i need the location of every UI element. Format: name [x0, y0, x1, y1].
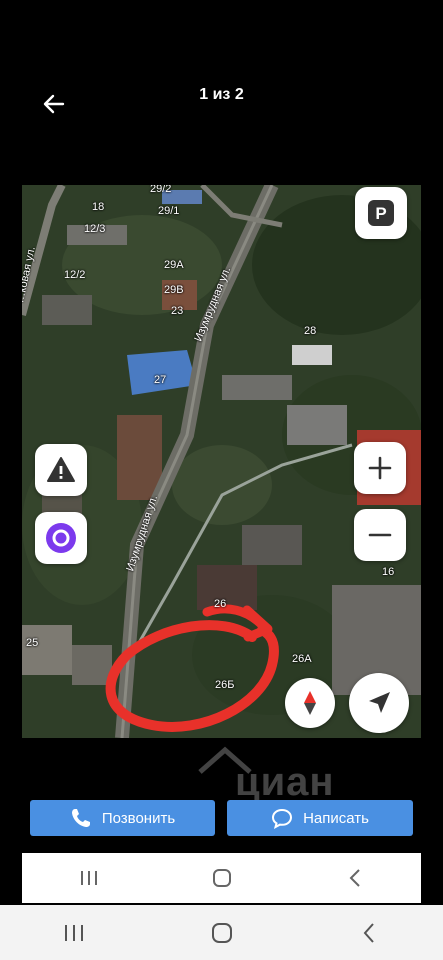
building-number: 28 [304, 325, 317, 337]
system-nav-bar [0, 905, 443, 960]
recent-apps-button[interactable] [0, 905, 148, 960]
building-number: 12/2 [64, 269, 86, 281]
screenshot-nav-bar [22, 853, 421, 903]
back-nav-button[interactable] [295, 905, 443, 960]
watermark-brand: циан [235, 760, 335, 804]
building-number: 16 [382, 566, 395, 578]
parking-icon: P [368, 200, 394, 226]
back-nav-button[interactable] [288, 853, 421, 903]
building-number: 26А [292, 653, 312, 665]
my-location-button[interactable] [349, 673, 409, 733]
svg-text:P: P [375, 204, 386, 223]
alice-assistant-button[interactable] [35, 512, 87, 564]
map-view[interactable]: 29/2 18 12/3 29/1 12/2 29А 29В 23 28 27 … [22, 185, 421, 738]
alice-assistant-icon [46, 523, 76, 553]
building-number: 29/2 [150, 185, 172, 195]
building-number: 18 [92, 201, 105, 213]
home-button[interactable] [148, 905, 296, 960]
zoom-in-icon [368, 456, 392, 480]
chat-bubble-icon [271, 807, 293, 829]
location-arrow-icon [369, 692, 390, 713]
zoom-in-button[interactable] [354, 442, 406, 494]
zoom-out-button[interactable] [354, 509, 406, 561]
message-button[interactable]: Написать [227, 800, 413, 836]
message-label: Написать [303, 809, 369, 827]
building-number: 29В [164, 284, 184, 296]
building-number: 26Б [215, 679, 235, 691]
call-button[interactable]: Позвонить [30, 800, 215, 836]
building-number: 27 [154, 374, 167, 386]
compass-icon [304, 691, 316, 715]
building-number: 26 [214, 598, 227, 610]
building-number: 12/3 [84, 223, 106, 235]
building-number: 25 [26, 637, 39, 649]
house-logo-icon [198, 746, 252, 774]
building-number: 29/1 [158, 205, 180, 217]
building-number: 23 [171, 305, 184, 317]
header: 1 из 2 [0, 0, 443, 185]
image-counter: 1 из 2 [199, 86, 244, 103]
home-icon [211, 922, 232, 943]
home-button[interactable] [155, 853, 288, 903]
parking-button[interactable]: P [355, 187, 407, 239]
zoom-out-icon [368, 533, 392, 537]
report-incident-button[interactable] [35, 444, 87, 496]
recent-apps-icon [80, 871, 97, 885]
chevron-left-icon [363, 922, 374, 943]
building-number: 29А [164, 259, 184, 271]
compass-button[interactable] [285, 678, 335, 728]
chevron-left-icon [349, 869, 360, 887]
call-label: Позвонить [101, 809, 176, 827]
action-bar: Позвонить Написать [30, 800, 413, 836]
phone-icon [70, 807, 92, 829]
recent-apps-icon [64, 924, 83, 941]
home-icon [212, 869, 231, 887]
recent-apps-button[interactable] [22, 853, 155, 903]
warning-icon [47, 457, 75, 482]
